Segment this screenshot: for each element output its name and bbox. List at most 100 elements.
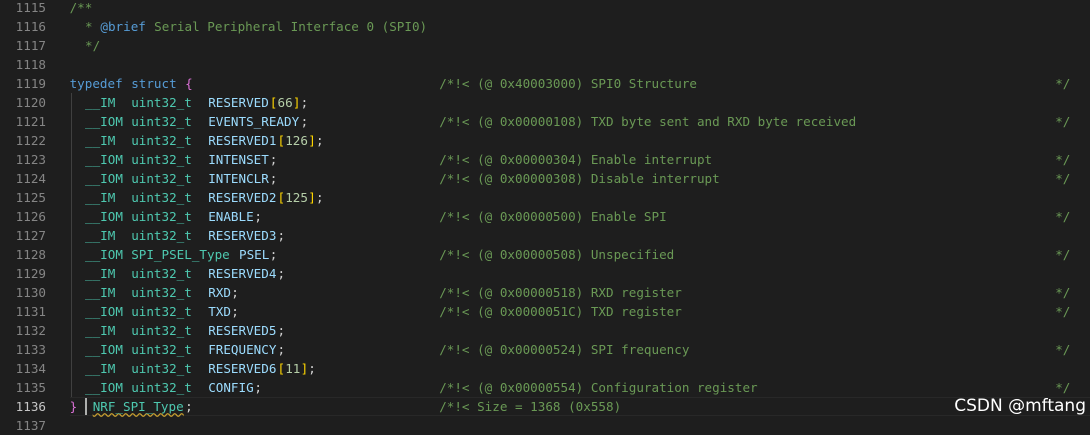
code-line[interactable]: 1134 __IM uint32_t RESERVED6[11];	[0, 359, 1090, 378]
code-token-type: SPI_PSEL_Type	[131, 247, 230, 262]
code-token-type: uint32_t	[131, 190, 192, 205]
code-line[interactable]: 1117 */	[0, 36, 1090, 55]
code-token-comment: /*!< (@ 0x00000524) SPI frequency	[439, 342, 690, 357]
code-token-type: uint32_t	[131, 266, 192, 281]
code-token-ident: RESERVED6	[208, 361, 277, 376]
code-token-ident: ENABLE	[208, 209, 254, 224]
code-token-comment: */	[1055, 209, 1071, 224]
line-number: 1134	[15, 361, 46, 376]
code-token-type: uint32_t	[131, 209, 192, 224]
code-line[interactable]: 1126 __IOM uint32_t ENABLE; /*!< (@ 0x000005…	[0, 207, 1090, 226]
code-token-comment: /*!< (@ 0x00000108) TXD byte sent and RX…	[439, 114, 857, 129]
code-token-doctag: @brief	[100, 19, 146, 34]
code-line[interactable]: 1130 __IM uint32_t RXD; /*!< (@ 0x00000518) …	[0, 283, 1090, 302]
code-token-bracket: [	[269, 95, 278, 110]
line-number: 1119	[15, 76, 46, 91]
code-token-punct: ;	[269, 152, 278, 167]
code-token-comment: */	[1055, 152, 1071, 167]
line-number: 1122	[15, 133, 46, 148]
indent-guide	[71, 112, 72, 131]
code-line[interactable]: 1135 __IOM uint32_t CONFIG; /*!< (@ 0x000005…	[0, 378, 1090, 397]
code-token-bracket: ]	[300, 361, 309, 376]
code-line[interactable]: 1121 __IOM uint32_t EVENTS_READY; /*!< (@ 0x…	[0, 112, 1090, 131]
code-token-type: __IM	[85, 228, 116, 243]
code-token-ident: RESERVED4	[208, 266, 277, 281]
code-token-punct: ;	[231, 285, 239, 300]
line-number: 1126	[15, 209, 46, 224]
line-number: 1130	[15, 285, 46, 300]
code-token-comment: /*!< (@ 0x00000554) Configuration regist…	[439, 380, 758, 395]
code-token-bracket: ]	[308, 133, 316, 148]
code-token-punct: ;	[308, 361, 316, 376]
code-token-punct: ;	[277, 228, 286, 243]
code-line[interactable]: 1120 __IM uint32_t RESERVED[66];	[0, 93, 1090, 112]
code-token-ident: PSEL	[239, 247, 270, 262]
code-token-ident: RESERVED1	[208, 133, 277, 148]
code-token-type: __IOM	[85, 209, 123, 224]
code-line[interactable]: 1128 __IOM SPI_PSEL_Type PSEL; /*!< (@ 0x000…	[0, 245, 1090, 264]
code-token-ident: TXD	[208, 304, 231, 319]
code-token-punct: ;	[254, 209, 262, 224]
line-number: 1120	[15, 95, 46, 110]
code-line[interactable]: 1127 __IM uint32_t RESERVED3;	[0, 226, 1090, 245]
code-line[interactable]: 1131 __IOM uint32_t TXD; /*!< (@ 0x0000051C)…	[0, 302, 1090, 321]
code-token-type: uint32_t	[131, 342, 192, 357]
indent-guide	[71, 226, 72, 245]
line-number: 1124	[15, 171, 46, 186]
code-token-type: __IM	[85, 266, 116, 281]
code-token-ident: INTENCLR	[208, 171, 269, 186]
code-editor[interactable]: 1115 /** 1116 * @brief Serial Peripheral In…	[0, 0, 1090, 433]
code-token-type: uint32_t	[131, 304, 192, 319]
line-number: 1127	[15, 228, 46, 243]
code-token-type: uint32_t	[131, 323, 192, 338]
code-line[interactable]: 1115 /**	[0, 0, 1090, 17]
code-token-comment: */	[85, 38, 101, 53]
line-number: 1118	[15, 57, 46, 72]
code-line[interactable]: 1123 __IOM uint32_t INTENSET; /*!< (@ 0x0000…	[0, 150, 1090, 169]
code-token-comment: /*!< Size = 1368 (0x558)	[439, 399, 622, 414]
code-line[interactable]: 1118	[0, 55, 1090, 74]
code-token-comment: /*!< (@ 0x40003000) SPI0 Structure	[439, 76, 697, 91]
code-token-ident: FREQUENCY	[208, 342, 277, 357]
code-token-bracket: [	[277, 361, 286, 376]
code-token-type: __IOM	[85, 114, 123, 129]
code-line[interactable]: 1122 __IM uint32_t RESERVED1[126];	[0, 131, 1090, 150]
code-line[interactable]: 1124 __IOM uint32_t INTENCLR; /*!< (@ 0x0000…	[0, 169, 1090, 188]
code-token-punct: ;	[300, 114, 309, 129]
indent-guide	[71, 150, 72, 169]
code-line[interactable]: 1125 __IM uint32_t RESERVED2[125];	[0, 188, 1090, 207]
code-token-type: uint32_t	[131, 171, 192, 186]
line-number: 1137	[15, 418, 46, 433]
line-number: 1128	[15, 247, 46, 262]
code-token-ident: RESERVED2	[208, 190, 277, 205]
code-line[interactable]: 1116 * @brief Serial Peripheral Interface…	[0, 17, 1090, 36]
code-line[interactable]: 1129 __IM uint32_t RESERVED4;	[0, 264, 1090, 283]
code-line[interactable]: 1136} NRF_SPI_Type; /*!< Size = 1368 (0x55…	[0, 397, 1090, 416]
line-number: 1136	[15, 399, 46, 414]
csdn-watermark: CSDN @mftang	[954, 396, 1086, 416]
code-token-comment: */	[1055, 76, 1071, 91]
code-token-punct: ;	[316, 133, 324, 148]
code-token-comment: */	[1055, 304, 1071, 319]
line-number: 1117	[15, 38, 46, 53]
line-number: 1132	[15, 323, 46, 338]
code-token-ident: RESERVED5	[208, 323, 277, 338]
code-line[interactable]: 1137	[0, 416, 1090, 435]
code-token-punct: ;	[254, 380, 262, 395]
code-token-comment: /*!< (@ 0x00000518) RXD register	[439, 285, 682, 300]
code-token-type: __IOM	[85, 152, 123, 167]
code-line[interactable]: 1133 __IOM uint32_t FREQUENCY; /*!< (@ 0x000…	[0, 340, 1090, 359]
code-token-ident: RESERVED3	[208, 228, 277, 243]
indent-guide	[71, 207, 72, 226]
code-token-type: __IOM	[85, 342, 123, 357]
code-token-comment: */	[1055, 285, 1071, 300]
code-token-type: uint32_t	[131, 228, 192, 243]
code-token-ident: RXD	[208, 285, 231, 300]
line-number: 1125	[15, 190, 46, 205]
indent-guide	[71, 283, 72, 302]
code-line[interactable]: 1119 typedef struct {/*!< (@ 0x40003000) SP…	[0, 74, 1090, 93]
code-token-comment: /*!< (@ 0x00000500) Enable SPI	[439, 209, 667, 224]
code-token-bracket: ]	[292, 95, 301, 110]
code-token-comment: */	[1055, 342, 1071, 357]
code-line[interactable]: 1132 __IM uint32_t RESERVED5;	[0, 321, 1090, 340]
